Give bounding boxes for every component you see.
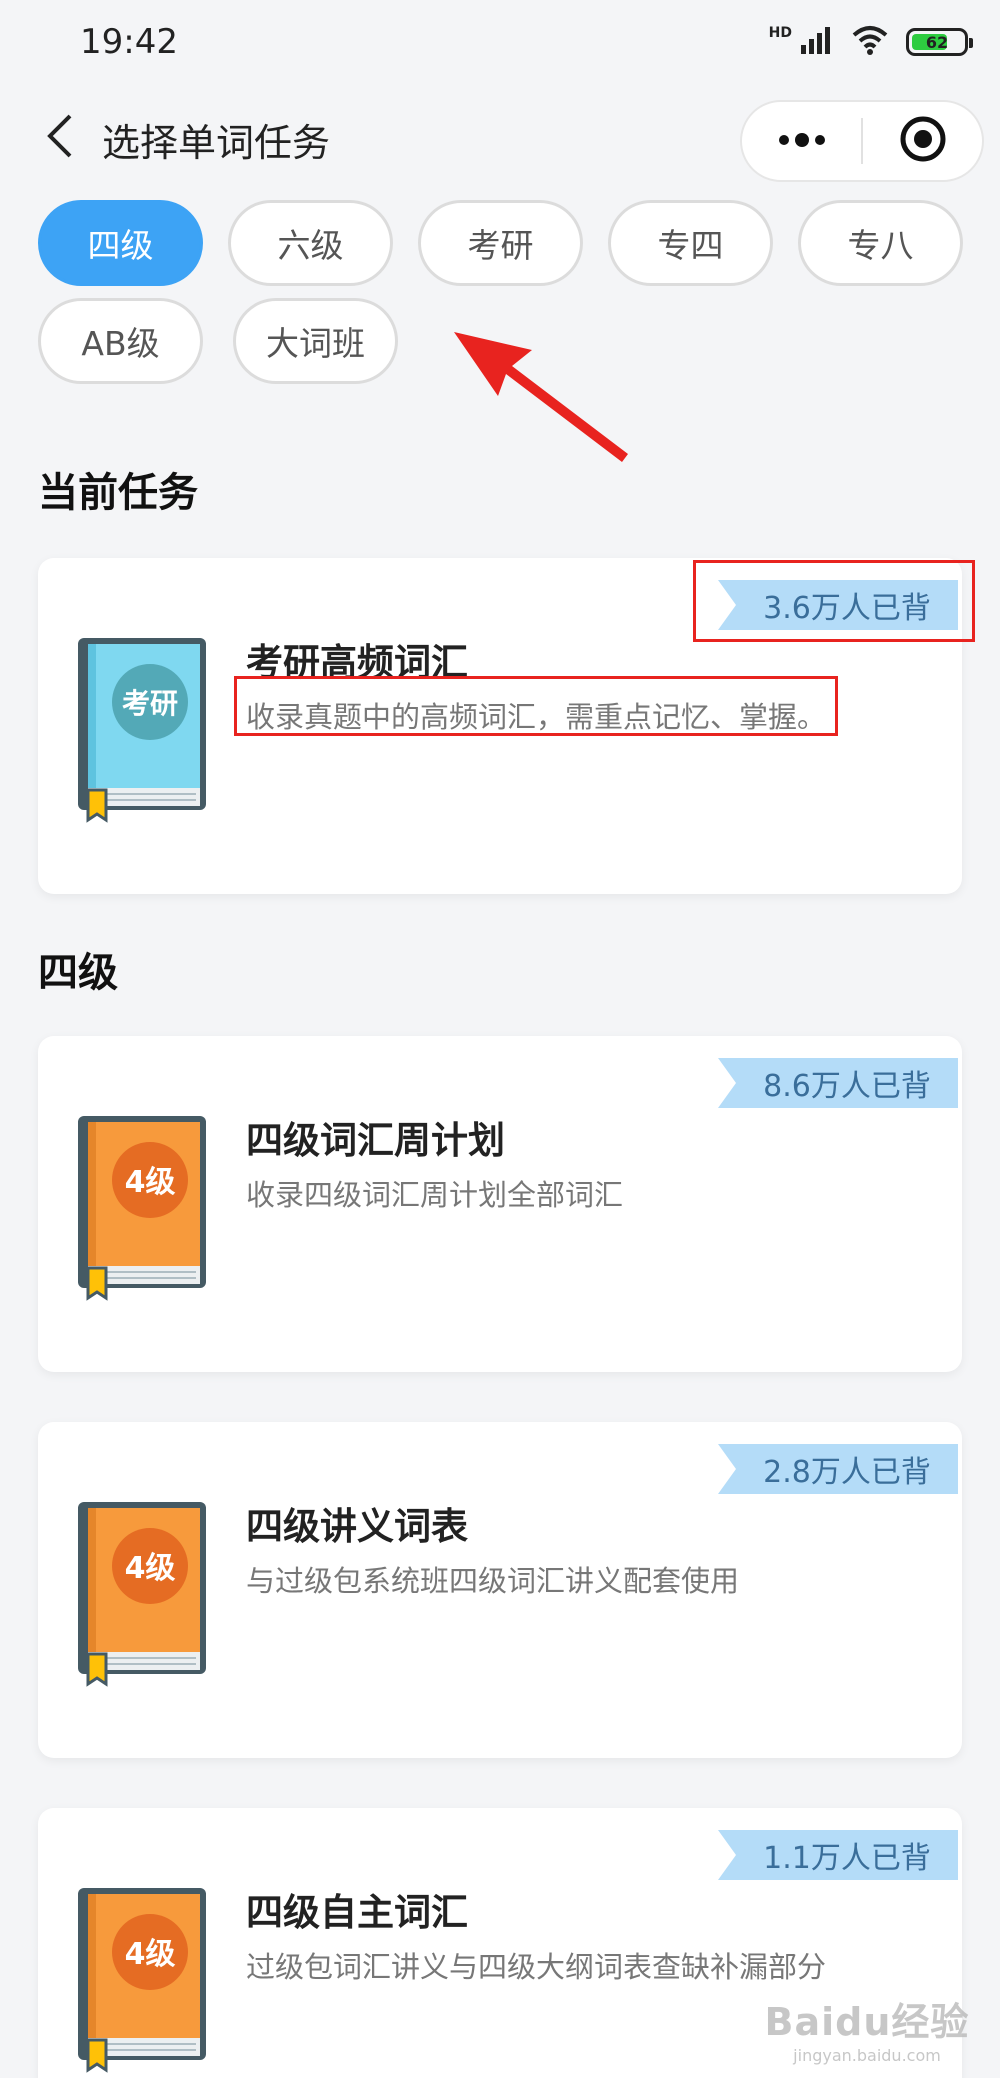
watermark-main: Baidu经验 xyxy=(764,2000,970,2044)
tab-tem8[interactable]: 专八 xyxy=(798,200,963,286)
annotation-box-desc xyxy=(234,676,838,736)
battery-icon: 62 xyxy=(906,28,973,56)
status-icons: HD 62 xyxy=(768,22,973,62)
annotation-arrow xyxy=(454,332,628,462)
book-label: 考研 xyxy=(122,687,178,720)
section-title-current: 当前任务 xyxy=(38,470,198,516)
learners-badge: 8.6万人已背 xyxy=(718,1058,958,1108)
app-screen: 19:42 HD 62 选择单词任务 四级 六级 考研 专四 专八 AB级 大词… xyxy=(0,0,1000,2078)
tab-cet4[interactable]: 四级 xyxy=(38,200,203,286)
annotation-box-badge xyxy=(693,560,975,642)
card-title: 四级自主词汇 xyxy=(246,1891,468,1934)
tab-tem4[interactable]: 专四 xyxy=(608,200,773,286)
signal-icon xyxy=(800,25,834,59)
nav-bar: 选择单词任务 xyxy=(0,96,1000,184)
more-button[interactable] xyxy=(742,100,861,182)
battery-level: 62 xyxy=(925,32,949,52)
section-title-cet4: 四级 xyxy=(38,950,118,996)
page-title: 选择单词任务 xyxy=(102,121,331,165)
cet4-book-icon: 4级 xyxy=(78,1116,206,1301)
task-card-cet4-handout[interactable]: 2.8万人已背 4级 四级讲义词表 与过级包系统班四级词汇讲义配套使用 xyxy=(38,1422,962,1758)
kaoyan-book-icon: 考研 xyxy=(78,638,206,823)
cet4-book-icon: 4级 xyxy=(78,1888,206,2073)
status-bar: 19:42 HD 62 xyxy=(0,0,1000,86)
watermark-sub: jingyan.baidu.com xyxy=(793,2046,941,2065)
status-time: 19:42 xyxy=(80,22,178,62)
tab-kaoyan[interactable]: 考研 xyxy=(418,200,583,286)
card-title: 四级词汇周计划 xyxy=(246,1119,505,1162)
mini-program-capsule xyxy=(740,100,984,182)
card-desc: 收录四级词汇周计划全部词汇 xyxy=(246,1178,624,1212)
chevron-left-icon xyxy=(46,114,74,162)
book-label: 4级 xyxy=(125,1937,176,1972)
book-label: 4级 xyxy=(125,1551,176,1586)
tab-big-word-class[interactable]: 大词班 xyxy=(233,298,398,384)
task-card-kaoyan[interactable]: 3.6万人已背 考研 考研高频词汇 收录真题中的高频词汇，需重点记忆、掌握。 xyxy=(38,558,975,894)
more-dots-icon xyxy=(777,132,827,151)
book-label: 4级 xyxy=(125,1165,176,1200)
tab-cet6[interactable]: 六级 xyxy=(228,200,393,286)
card-desc: 过级包词汇讲义与四级大纲词表查缺补漏部分 xyxy=(246,1950,827,1984)
learners-badge: 1.1万人已背 xyxy=(718,1830,958,1880)
wifi-icon xyxy=(852,25,888,59)
learners-badge: 2.8万人已背 xyxy=(718,1444,958,1494)
back-button[interactable] xyxy=(30,108,90,168)
close-button[interactable] xyxy=(863,100,982,182)
cet4-book-icon: 4级 xyxy=(78,1502,206,1687)
hd-label: HD xyxy=(768,25,792,41)
baidu-watermark: Baidu经验 jingyan.baidu.com xyxy=(762,1988,972,2068)
card-desc: 与过级包系统班四级词汇讲义配套使用 xyxy=(246,1564,740,1598)
target-circle-icon xyxy=(899,115,947,167)
tab-ab-level[interactable]: AB级 xyxy=(38,298,203,384)
card-title: 四级讲义词表 xyxy=(246,1505,468,1548)
task-card-cet4-weekly[interactable]: 8.6万人已背 4级 四级词汇周计划 收录四级词汇周计划全部词汇 xyxy=(38,1036,962,1372)
